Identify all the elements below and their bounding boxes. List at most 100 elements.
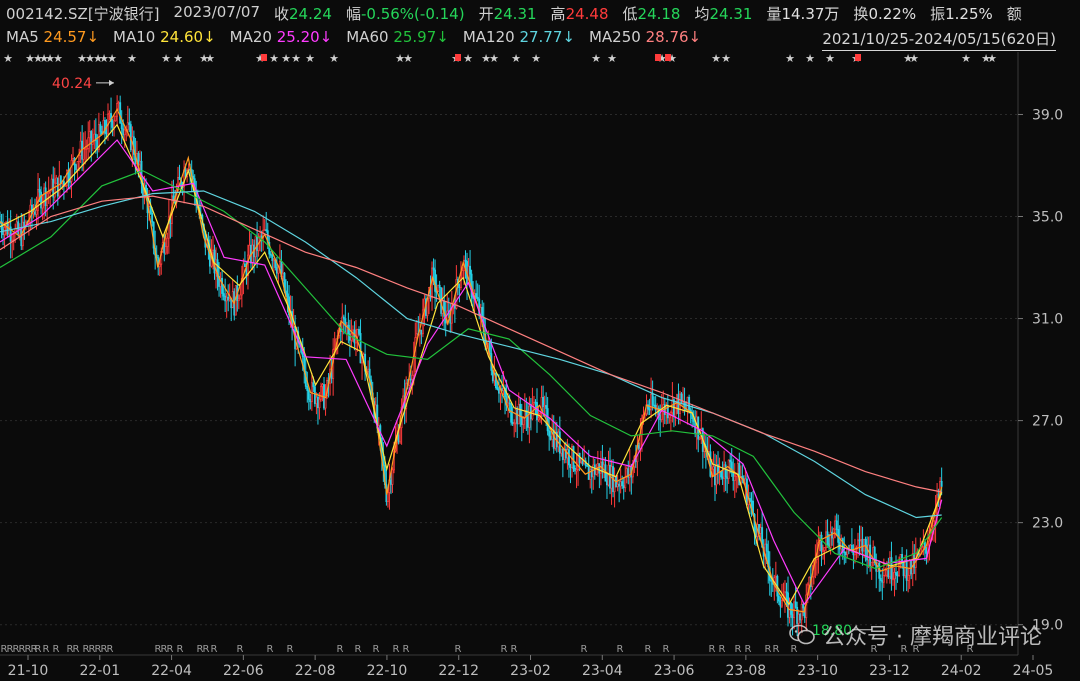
- candle-body: [522, 417, 525, 426]
- candle: [628, 449, 631, 492]
- candle-body: [534, 401, 537, 404]
- candle-body: [114, 115, 117, 122]
- max-price-arrowhead: [109, 79, 114, 86]
- candle-body: [508, 402, 511, 405]
- candle-body: [390, 479, 392, 485]
- x-tick-label: 23-12: [869, 663, 910, 679]
- turnover-value: 0.22%: [868, 5, 917, 23]
- candle-body: [411, 374, 414, 380]
- candle-body: [149, 206, 152, 214]
- candle: [511, 406, 514, 426]
- low-field: 低24.18: [622, 5, 681, 23]
- candle-body: [864, 538, 867, 546]
- candle: [838, 525, 841, 565]
- low-value: 24.18: [637, 5, 681, 23]
- candle: [282, 263, 284, 282]
- r-marker: R: [237, 644, 244, 655]
- candle-body: [863, 538, 866, 552]
- ma60-legend[interactable]: MA60 25.97↓: [346, 28, 449, 46]
- candle: [905, 549, 908, 592]
- candle-body: [263, 229, 266, 232]
- candle: [119, 95, 122, 124]
- candle-body: [507, 402, 510, 406]
- candle-body: [791, 614, 794, 619]
- y-tick-label: 23.0: [1032, 516, 1063, 532]
- candle: [717, 451, 719, 484]
- candle: [864, 536, 867, 562]
- candle: [140, 151, 143, 194]
- candle: [40, 186, 43, 215]
- candle: [9, 210, 12, 259]
- stock-code[interactable]: 002142.SZ[宁波银行]: [6, 3, 160, 24]
- r-marker: R: [287, 644, 294, 655]
- candle-body: [896, 574, 899, 577]
- candle-body: [88, 131, 91, 139]
- candle-body: [34, 211, 36, 215]
- candle-body: [802, 603, 805, 609]
- x-tick-label: 22-04: [151, 663, 192, 679]
- candle-body: [256, 236, 259, 251]
- star-marker: ★: [961, 52, 971, 65]
- candle-body: [517, 403, 520, 425]
- candle-body: [882, 575, 885, 583]
- candle-body: [902, 561, 905, 577]
- candle: [852, 544, 855, 570]
- kline-chart[interactable]: 19.023.027.031.035.039.0 21-10 22-01 22-04…: [0, 0, 1080, 681]
- ma5-legend[interactable]: MA5 24.57↓: [6, 28, 99, 46]
- candle-body: [78, 155, 81, 162]
- candle: [310, 372, 313, 411]
- candle-body: [779, 600, 782, 607]
- candle: [575, 452, 578, 489]
- candle: [332, 338, 335, 396]
- candle-body: [606, 480, 608, 486]
- candle-body: [595, 468, 598, 475]
- candle: [606, 473, 608, 499]
- candle-body: [765, 543, 768, 552]
- candle: [653, 396, 656, 408]
- ma120-legend[interactable]: MA120 27.77↓: [463, 28, 575, 46]
- candle-body: [895, 572, 897, 576]
- r-marker: R: [73, 644, 80, 655]
- candle-body: [309, 398, 312, 403]
- candle-body: [44, 187, 47, 206]
- candle: [129, 120, 132, 153]
- candle-body: [581, 460, 584, 465]
- star-marker: ★: [511, 52, 521, 65]
- candle: [825, 519, 827, 552]
- star-marker: ★: [591, 52, 601, 65]
- candle-body: [105, 132, 108, 135]
- candle: [11, 232, 14, 259]
- candle: [840, 534, 843, 555]
- candle-body: [53, 182, 56, 198]
- candle: [82, 132, 85, 172]
- star-marker: ★: [205, 52, 215, 65]
- date-range[interactable]: 2021/10/25-2024/05/15(620日): [822, 28, 1056, 51]
- candle: [139, 150, 141, 171]
- candle: [534, 399, 537, 416]
- candle: [666, 394, 669, 424]
- candle: [723, 450, 726, 493]
- candle: [315, 392, 318, 415]
- candle: [55, 174, 58, 184]
- candle: [691, 404, 694, 428]
- high-field: 高24.48: [550, 5, 609, 23]
- candle-body: [43, 187, 46, 203]
- candle-body: [860, 539, 862, 542]
- candle-body: [881, 580, 884, 583]
- candle: [730, 447, 733, 477]
- candle: [88, 120, 91, 153]
- ma250-legend[interactable]: MA250 28.76↓: [589, 28, 701, 46]
- candle: [178, 164, 181, 181]
- r-marker: R: [709, 644, 716, 655]
- ma10-legend[interactable]: MA10 24.60↓: [113, 28, 216, 46]
- ma20-legend[interactable]: MA20 25.20↓: [230, 28, 333, 46]
- candle: [647, 400, 649, 416]
- candle-body: [164, 246, 167, 254]
- candle: [554, 421, 557, 451]
- candle-body: [72, 158, 74, 161]
- r-marker: R: [393, 644, 400, 655]
- candle-body: [660, 411, 663, 421]
- candle-body: [111, 121, 114, 128]
- candle: [910, 559, 913, 580]
- y-tick-label: 31.0: [1032, 312, 1063, 328]
